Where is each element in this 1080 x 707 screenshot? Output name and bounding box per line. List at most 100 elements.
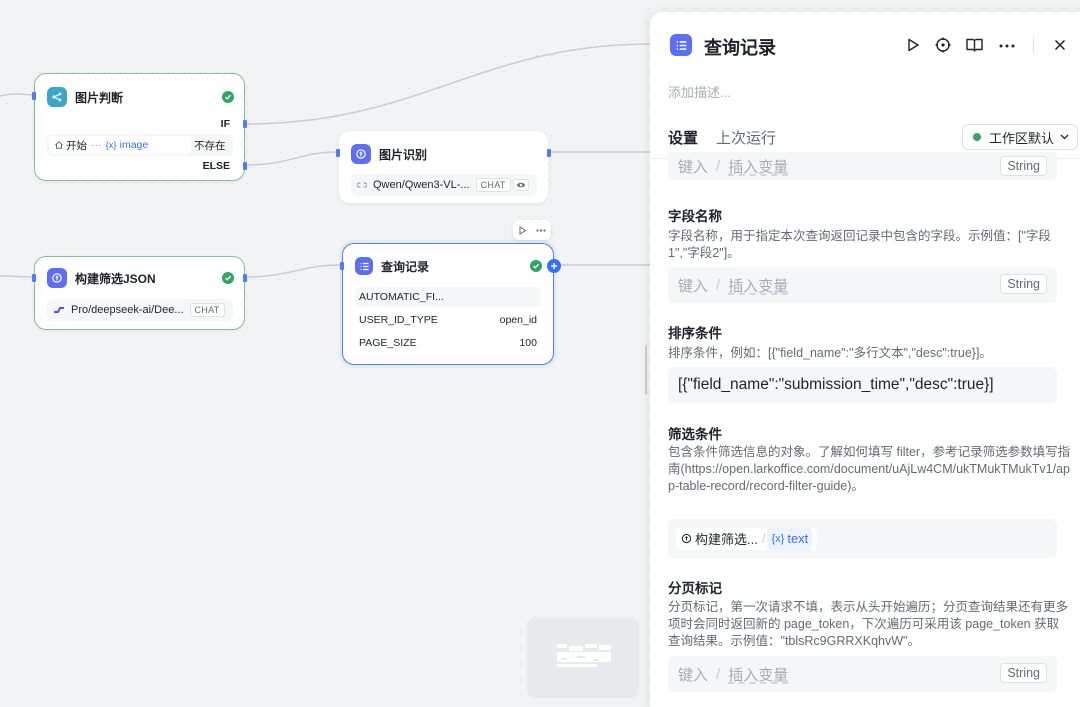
variable-separator: / [761,531,766,546]
success-icon [530,260,542,272]
param-key: PAGE_SIZE [359,337,417,349]
llm-icon [47,268,67,288]
output-port[interactable] [243,274,247,282]
variable-name: text [787,531,809,546]
type-select[interactable]: String [1000,274,1047,294]
success-icon [222,272,234,284]
sort-value: [{"field_name":"submission_time","desc":… [678,376,994,393]
field-name-desc: 字段名称，用于指定本次查询返回记录中包含的字段。示例值：["字段1","字段2"… [668,229,1051,260]
slash-hint: / [716,665,721,683]
node-settings-panel: 查询记录 添加描述... 设置 上次运行 工作区默认 键入 / 插入变量 Str… [650,12,1080,707]
node-query-record[interactable]: 查询记录 AUTOMATIC_FI... USER_ID_TYPE open_i… [340,243,561,365]
chat-tag: CHAT [189,303,225,317]
chevron-down-icon [1060,134,1069,140]
table-list-icon [355,257,373,275]
filter-input[interactable]: 构建筛选... / {x} text [668,519,1057,558]
input-port[interactable] [336,149,340,157]
page-token-input[interactable]: 键入 / 插入变量 String [668,656,1057,692]
more-icon[interactable] [999,44,1015,48]
node-image-judge[interactable]: 图片判断 IF 开始 ··· {x} image 不存在 ELSE [32,73,247,181]
variable-icon: {x} [105,139,117,151]
tab-last-run[interactable]: 上次运行 [716,127,776,148]
close-icon[interactable] [1054,39,1066,51]
branch-if-label: IF [220,118,230,130]
model-chip[interactable]: Pro/deepseek-ai/Dee... CHAT [47,299,233,321]
deepseek-icon [53,306,65,314]
variable-icon: {x} [771,532,785,545]
input-port[interactable] [340,262,344,270]
condition-node: 开始 [66,139,87,152]
link-icon [357,181,367,189]
previous-field-input[interactable]: 键入 / 插入变量 String [668,152,1057,180]
input-port[interactable] [32,274,36,282]
type-select[interactable]: String [1000,156,1047,176]
param-key: AUTOMATIC_FI... [359,291,444,303]
workspace-label: 工作区默认 [989,130,1055,146]
chat-tag: CHAT [475,178,511,192]
input-port[interactable] [32,92,36,100]
node-title: 构建筛选JSON [75,271,156,286]
type-select[interactable]: String [1000,663,1047,683]
toolbar-divider [1033,37,1034,53]
param-key: USER_ID_TYPE [359,314,438,326]
variable-chip[interactable]: 构建筛选... / {x} text [676,527,818,550]
output-port-else[interactable] [243,162,247,170]
sort-input[interactable]: [{"field_name":"submission_time","desc":… [668,367,1057,403]
more-icon[interactable] [536,228,546,232]
model-chip[interactable]: Qwen/Qwen3-VL-... CHAT [351,174,537,196]
panel-title[interactable]: 查询记录 [704,34,776,60]
slash-hint: / [716,157,721,175]
model-name: Qwen/Qwen3-VL-... [373,179,470,191]
workspace-status-dot [973,133,981,141]
param-row: AUTOMATIC_FI... [355,287,541,307]
success-icon [222,91,234,103]
panel-resize-handle[interactable] [645,345,647,395]
sort-label: 排序条件 [668,326,722,341]
node-title: 图片识别 [379,147,428,162]
page-token-label: 分页标记 [668,581,722,596]
condition-variable: image [119,139,149,151]
minimap[interactable] [527,618,639,698]
node-title: 查询记录 [381,259,430,274]
node-build-filter-json[interactable]: 构建筛选JSON Pro/deepseek-ai/Dee... CHAT [32,256,247,330]
node-title: 图片判断 [75,90,124,105]
insert-variable-hint[interactable]: 插入变量 [728,664,788,685]
run-icon[interactable] [906,38,920,52]
panel-tabs: 设置 上次运行 [668,127,776,148]
llm-icon [681,533,692,544]
param-value: open_id [499,314,537,326]
field-name-input[interactable]: 键入 / 插入变量 String [668,267,1057,303]
add-next-node-button[interactable] [547,259,561,273]
condition-operator: 不存在 [194,140,226,152]
minimap-preview [557,644,611,667]
branch-else-label: ELSE [202,160,230,172]
run-node-icon[interactable] [518,225,527,235]
input-placeholder: 键入 [678,277,709,295]
condition-row[interactable]: 开始 ··· {x} image 不存在 [47,134,233,156]
param-value: 100 [519,337,537,349]
llm-icon [351,144,371,164]
tab-settings[interactable]: 设置 [668,127,698,148]
output-port[interactable] [547,149,551,157]
param-row: USER_ID_TYPE open_id [355,310,541,330]
panel-node-icon [670,34,692,56]
book-icon[interactable] [966,38,983,52]
variable-node: 构建筛选... [695,532,758,547]
page-token-desc: 分页标记，第一次请求不填，表示从头开始遍历；分页查询结果还有更多项时会同时返回新… [668,600,1069,648]
workspace-select[interactable]: 工作区默认 [962,124,1078,150]
input-placeholder: 键入 [678,666,709,684]
output-port-if[interactable] [243,120,247,128]
target-icon[interactable] [935,37,951,53]
condition-ellipsis: ··· [91,139,102,151]
home-icon [54,140,64,150]
branch-icon [47,87,67,107]
variable-token: {x} text [767,527,813,550]
field-name-label: 字段名称 [668,209,722,224]
description-input[interactable]: 添加描述... [668,82,731,101]
node-image-recognition[interactable]: 图片识别 Qwen/Qwen3-VL-... CHAT [336,130,551,204]
node-toolbar [513,220,551,240]
param-row: PAGE_SIZE 100 [355,333,541,353]
sort-desc: 排序条件，例如：[{"field_name":"多行文本","desc":tru… [668,346,992,360]
insert-variable-hint[interactable]: 插入变量 [728,156,788,177]
insert-variable-hint[interactable]: 插入变量 [728,275,788,296]
